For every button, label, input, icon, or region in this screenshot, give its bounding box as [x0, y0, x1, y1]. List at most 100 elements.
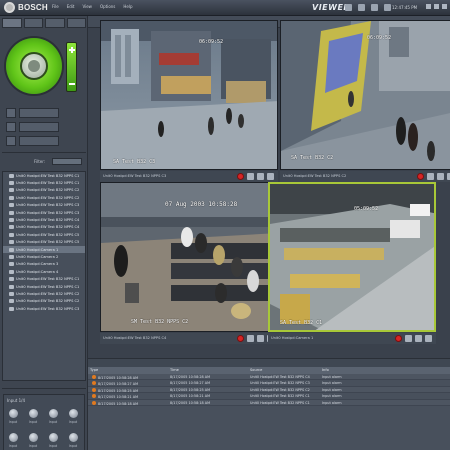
camera-tree-label: Unit0 Hostpd:EW Test B32 NPPS C1	[16, 284, 80, 289]
iris-button[interactable]	[6, 122, 16, 132]
audio-knob-8[interactable]: Input	[68, 433, 78, 450]
camera-tree-item[interactable]: Unit0 Hostpd:EW Test B32 NPPS C1	[3, 179, 85, 186]
tab-sequence[interactable]	[45, 18, 65, 28]
bosch-logo-icon	[4, 2, 15, 13]
menu-bar: File Edit View Options Help	[52, 4, 133, 9]
audio-knob-3[interactable]: Input	[48, 409, 58, 429]
camera-tree-item[interactable]: Unit0 Hostpd:EW Test B32 NPPS C1	[3, 283, 85, 290]
snapshot-icon[interactable]	[427, 173, 434, 180]
event-info-cell: Input alarm	[322, 375, 342, 379]
zoom-out-icon[interactable]	[69, 83, 75, 85]
audio-icon[interactable]	[267, 173, 274, 180]
col-time[interactable]: Time	[168, 367, 248, 374]
tab-ptz[interactable]	[2, 18, 22, 28]
network-icon[interactable]	[384, 4, 391, 11]
video-tile-3[interactable]: 07 Aug 2003 10:58:28 SM Test B32 NPPS C2…	[100, 182, 278, 344]
col-source[interactable]: Source	[248, 367, 320, 374]
record-icon[interactable]	[417, 173, 424, 180]
camera-tree-item[interactable]: Unit0 Hostpd:EW Test B32 NPPS C3	[3, 305, 85, 312]
maximize-button[interactable]	[434, 4, 439, 9]
camera-tree-item[interactable]: Unit0 Hostpd:EW Test B32 NPPS C4	[3, 216, 85, 223]
audio-knob-4[interactable]: Input	[68, 409, 78, 429]
preset-button[interactable]	[6, 136, 16, 146]
title-bar: BOSCH File Edit View Options Help VIEWER…	[0, 0, 450, 16]
audio-knob-5[interactable]: Input	[8, 433, 18, 450]
audio-knob-6[interactable]: Input	[28, 433, 38, 450]
knob-icon	[48, 433, 58, 442]
event-list: Type Time Source Info 8/17/2005 10:58:28…	[88, 358, 450, 450]
audio-knob-2[interactable]: Input	[28, 409, 38, 429]
camera-tree-item[interactable]: Unit0 Hostpd:EW Test B32 NPPS C4	[3, 224, 85, 231]
event-type-text: 8/17/2005 10:58:25 AM	[98, 388, 139, 393]
camera-tree-item[interactable]: Unit0 Hostpd:EW Test B32 NPPS C2	[3, 187, 85, 194]
playback-icon[interactable]	[437, 173, 444, 180]
camera-tree-item[interactable]: Unit0 Hostpd:EW Test B32 NPPS C1	[3, 275, 85, 282]
camera-tree-item[interactable]: Unit0 Hostpd:EW Test B32 NPPS C5	[3, 239, 85, 246]
divider	[2, 152, 86, 153]
playback-icon[interactable]	[257, 335, 264, 342]
video-feed-3[interactable]: 07 Aug 2003 10:58:28 SM Test B32 NPPS C2	[100, 182, 278, 332]
video-feed-1[interactable]: 06:09:52 SA Test B32 C3	[100, 20, 278, 170]
video-timestamp: 06:09:52	[199, 39, 224, 45]
col-info[interactable]: Info	[320, 367, 450, 374]
video-tile-4[interactable]: 05:09:52 SA Test B32 C1 Unit0 Hostpd:Cam…	[268, 182, 450, 344]
snapshot-icon[interactable]	[405, 335, 412, 342]
camera-tree-item[interactable]: Unit0 Hostpd:Camera 1	[3, 245, 85, 254]
video-tile-2[interactable]: 06:09:52 SA Test B32 C2 Unit0 Hostpd:EW …	[280, 20, 450, 182]
camera-tree-item[interactable]: Unit0 Hostpd:Camera 3	[3, 261, 85, 268]
zoom-slider[interactable]	[66, 42, 77, 92]
video-feed-4[interactable]: 05:09:52 SA Test B32 C1	[268, 182, 436, 332]
alarm-icon	[92, 381, 96, 386]
video-timestamp: 06:09:52	[367, 35, 392, 41]
menu-view[interactable]: View	[82, 4, 92, 9]
snapshot-icon[interactable]	[247, 173, 254, 180]
menu-help[interactable]: Help	[123, 4, 132, 9]
iris-field[interactable]	[19, 122, 59, 132]
camera-tree-item[interactable]: Unit0 Hostpd:EW Test B32 NPPS C3	[3, 202, 85, 209]
video-tile-1[interactable]: 06:09:52 SA Test B32 C3 Unit0 Hostpd:EW …	[100, 20, 278, 182]
record-icon[interactable]	[395, 335, 402, 342]
lock-icon[interactable]	[345, 4, 352, 11]
speaker-icon[interactable]	[358, 4, 365, 11]
event-row[interactable]: 8/17/2005 10:58:18 AM 8/17/2005 10:58:18 …	[88, 399, 450, 406]
filter-input[interactable]	[52, 158, 82, 165]
playback-icon[interactable]	[257, 173, 264, 180]
video-caption: SA Test B32 C1	[280, 320, 323, 326]
record-icon[interactable]	[237, 173, 244, 180]
close-button[interactable]	[442, 4, 447, 9]
snapshot-icon[interactable]	[247, 335, 254, 342]
record-icon[interactable]	[237, 335, 244, 342]
focus-button[interactable]	[6, 108, 16, 118]
camera-tree-item[interactable]: Unit0 Hostpd:EW Test B32 NPPS C2	[3, 194, 85, 201]
camera-icon	[9, 247, 14, 252]
menu-options[interactable]: Options	[100, 4, 115, 9]
knob-icon	[48, 409, 58, 418]
minimize-button[interactable]	[426, 4, 431, 9]
camera-tree-item[interactable]: Unit0 Hostpd:EW Test B32 NPPS C2	[3, 298, 85, 305]
camera-tree-item[interactable]: Unit0 Hostpd:Camera 2	[3, 253, 85, 260]
camera-tree-item[interactable]: Unit0 Hostpd:EW Test B32 NPPS C1	[3, 172, 85, 179]
video-feed-2[interactable]: 06:09:52 SA Test B32 C2	[280, 20, 450, 170]
audio-icon[interactable]	[425, 335, 432, 342]
knob-icon	[68, 433, 78, 442]
menu-file[interactable]: File	[52, 4, 59, 9]
ptz-control[interactable]	[6, 38, 62, 94]
tab-cameras[interactable]	[23, 18, 43, 28]
tab-settings[interactable]	[66, 18, 86, 28]
menu-edit[interactable]: Edit	[67, 4, 75, 9]
audio-knob-7[interactable]: Input	[48, 433, 58, 450]
audio-knob-1[interactable]: Input	[8, 409, 18, 429]
focus-field[interactable]	[19, 108, 59, 118]
playback-icon[interactable]	[415, 335, 422, 342]
camera-tree-item[interactable]: Unit0 Hostpd:Camera 4	[3, 268, 85, 275]
record-icon[interactable]	[371, 4, 378, 11]
camera-tree-item[interactable]: Unit0 Hostpd:EW Test B32 NPPS C5	[3, 231, 85, 238]
camera-icon	[9, 218, 14, 223]
camera-icon	[9, 240, 14, 245]
camera-tree-item[interactable]: Unit0 Hostpd:EW Test B32 NPPS C2	[3, 290, 85, 297]
camera-tree-item[interactable]: Unit0 Hostpd:EW Test B32 NPPS C3	[3, 209, 85, 216]
preset-field[interactable]	[19, 136, 59, 146]
tile-camera-name: Unit0 Hostpd:EW Test B32 NPPS C2	[283, 174, 347, 178]
clock: 12:47:45 PM	[392, 5, 418, 10]
col-type[interactable]: Type	[88, 367, 168, 374]
